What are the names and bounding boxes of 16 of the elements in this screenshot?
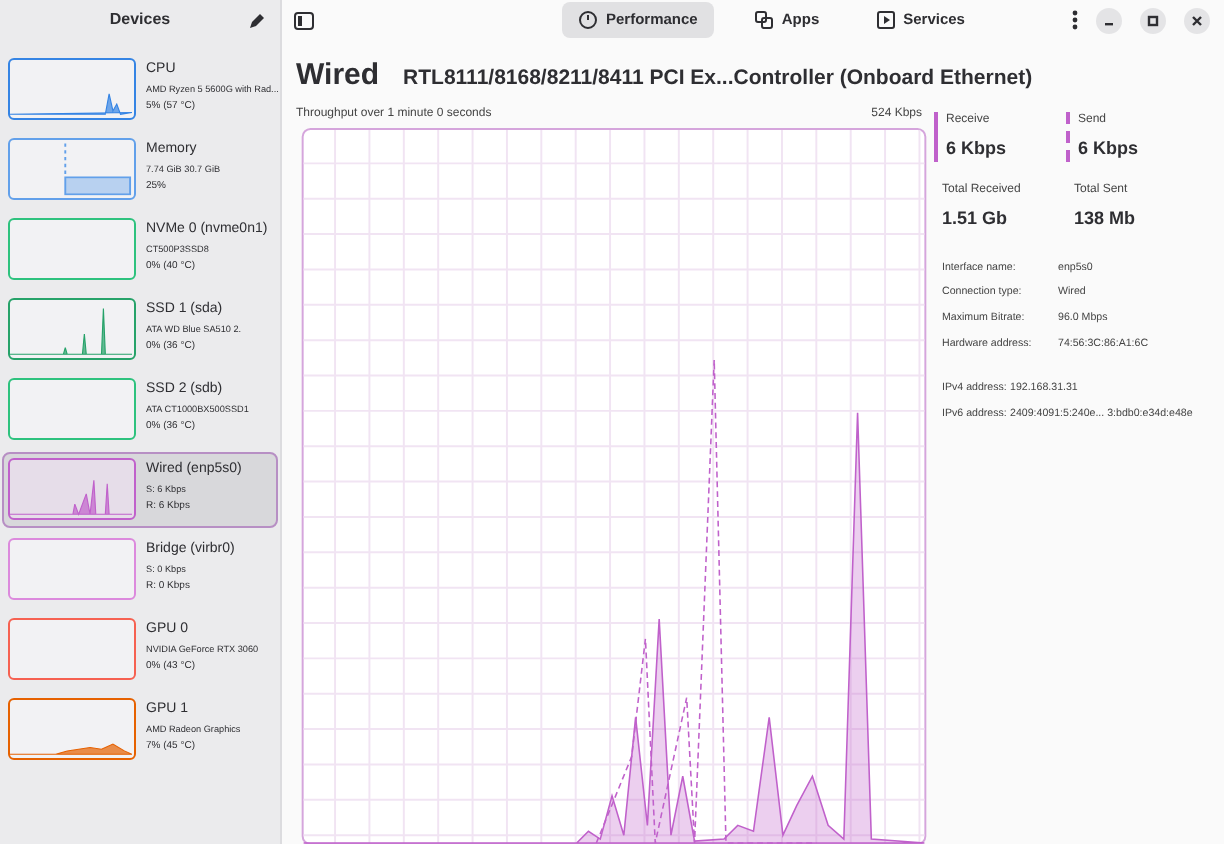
device-name: RTL8111/8168/8211/8411 PCI Ex...Controller (Onboard Ethernet)	[403, 64, 1033, 94]
edit-icon[interactable]	[250, 12, 266, 28]
page-title: Wired	[296, 56, 380, 96]
maximize-icon[interactable]	[1140, 7, 1166, 33]
stat-value: 6 Kbps	[946, 135, 1009, 162]
minimize-icon[interactable]	[1096, 7, 1122, 33]
stat-value: 6 Kbps	[1078, 135, 1141, 162]
play-icon	[875, 10, 896, 30]
close-icon[interactable]	[1184, 7, 1210, 33]
gauge-icon	[578, 10, 598, 30]
sidebar-title: Devices	[109, 8, 171, 32]
windows-icon	[753, 10, 774, 30]
sidebar-toggle-icon[interactable]	[294, 11, 314, 29]
menu-icon[interactable]	[1072, 10, 1078, 30]
stat-value: 138 Mb	[1074, 206, 1138, 232]
stat-value: 1.51 Gb	[942, 206, 1010, 232]
